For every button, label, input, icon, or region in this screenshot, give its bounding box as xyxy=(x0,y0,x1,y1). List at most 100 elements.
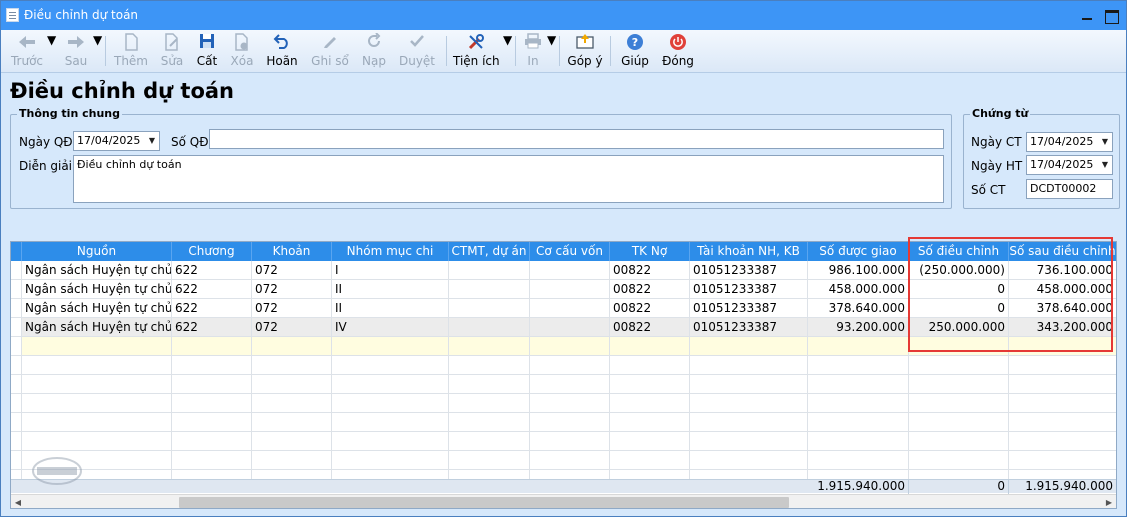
delete-button[interactable]: Xóa xyxy=(227,33,257,71)
table-cell[interactable] xyxy=(252,432,332,451)
next-button[interactable]: Sau xyxy=(59,33,93,71)
table-cell[interactable] xyxy=(610,432,690,451)
row-selector[interactable] xyxy=(11,318,22,337)
approve-button[interactable]: Duyệt xyxy=(397,33,437,71)
column-header[interactable]: Chương xyxy=(172,242,252,261)
print-button[interactable]: In xyxy=(521,33,545,71)
maximize-button[interactable] xyxy=(1101,5,1121,25)
next-dropdown-icon[interactable]: ▼ xyxy=(93,33,102,71)
table-cell[interactable]: 00822 xyxy=(610,280,690,299)
table-cell[interactable] xyxy=(530,356,610,375)
table-cell[interactable] xyxy=(690,413,808,432)
table-cell[interactable] xyxy=(449,337,530,356)
row-selector[interactable] xyxy=(11,451,22,470)
column-header[interactable]: Nguồn xyxy=(22,242,172,261)
row-selector[interactable] xyxy=(11,375,22,394)
table-cell[interactable]: II xyxy=(332,299,449,318)
table-cell[interactable]: Ngân sách Huyện tự chủ xyxy=(22,299,172,318)
table-cell[interactable] xyxy=(530,337,610,356)
table-cell[interactable] xyxy=(1009,337,1116,356)
table-cell[interactable]: 622 xyxy=(172,261,252,280)
table-cell[interactable] xyxy=(1009,432,1116,451)
table-cell[interactable]: IV xyxy=(332,318,449,337)
table-cell[interactable] xyxy=(808,413,909,432)
table-row[interactable] xyxy=(11,451,1116,470)
table-row[interactable] xyxy=(11,337,1116,356)
table-cell[interactable] xyxy=(22,394,172,413)
post-button[interactable]: Ghi sổ xyxy=(310,33,350,71)
table-cell[interactable]: 250.000.000 xyxy=(909,318,1009,337)
table-cell[interactable] xyxy=(252,356,332,375)
utilities-button[interactable]: Tiện ích xyxy=(453,33,500,71)
table-cell[interactable] xyxy=(530,413,610,432)
column-header[interactable]: Số sau điều chỉnh xyxy=(1009,242,1116,261)
table-cell[interactable]: 00822 xyxy=(610,318,690,337)
row-selector[interactable] xyxy=(11,394,22,413)
table-row[interactable] xyxy=(11,356,1116,375)
table-cell[interactable]: 378.640.000 xyxy=(1009,299,1116,318)
table-cell[interactable] xyxy=(610,413,690,432)
table-cell[interactable]: 378.640.000 xyxy=(808,299,909,318)
table-cell[interactable] xyxy=(909,356,1009,375)
table-cell[interactable] xyxy=(1009,413,1116,432)
table-cell[interactable] xyxy=(22,432,172,451)
row-selector[interactable] xyxy=(11,299,22,318)
table-row[interactable] xyxy=(11,432,1116,451)
table-cell[interactable] xyxy=(252,375,332,394)
table-cell[interactable] xyxy=(252,451,332,470)
row-selector[interactable] xyxy=(11,413,22,432)
table-cell[interactable] xyxy=(1009,375,1116,394)
table-cell[interactable] xyxy=(332,375,449,394)
table-cell[interactable] xyxy=(332,356,449,375)
table-cell[interactable] xyxy=(530,432,610,451)
table-cell[interactable] xyxy=(808,394,909,413)
table-cell[interactable]: (250.000.000) xyxy=(909,261,1009,280)
table-cell[interactable] xyxy=(530,451,610,470)
table-cell[interactable] xyxy=(690,375,808,394)
voucher-no-input[interactable]: DCDT00002 xyxy=(1026,179,1113,199)
table-cell[interactable]: 01051233387 xyxy=(690,299,808,318)
table-cell[interactable]: 072 xyxy=(252,299,332,318)
column-header[interactable]: TK Nợ xyxy=(610,242,690,261)
table-cell[interactable] xyxy=(449,356,530,375)
table-cell[interactable] xyxy=(808,337,909,356)
table-cell[interactable]: 00822 xyxy=(610,261,690,280)
table-cell[interactable]: 986.100.000 xyxy=(808,261,909,280)
table-cell[interactable] xyxy=(690,337,808,356)
edit-button[interactable]: Sửa xyxy=(157,33,187,71)
table-row[interactable]: Ngân sách Huyện tự chủ 622 072 II 00822 01051… xyxy=(11,280,1116,299)
table-cell[interactable]: Ngân sách Huyện tự chủ xyxy=(22,280,172,299)
scrollbar-thumb[interactable] xyxy=(179,497,789,508)
table-row[interactable] xyxy=(11,413,1116,432)
table-cell[interactable]: 072 xyxy=(252,280,332,299)
row-selector[interactable] xyxy=(11,432,22,451)
table-cell[interactable] xyxy=(808,451,909,470)
table-cell[interactable]: 622 xyxy=(172,299,252,318)
table-row[interactable] xyxy=(11,375,1116,394)
undo-button[interactable]: Hoãn xyxy=(265,33,299,71)
table-cell[interactable] xyxy=(449,299,530,318)
table-cell[interactable] xyxy=(449,261,530,280)
table-cell[interactable] xyxy=(449,318,530,337)
add-button[interactable]: Thêm xyxy=(113,33,149,71)
table-cell[interactable] xyxy=(332,413,449,432)
table-cell[interactable]: 01051233387 xyxy=(690,280,808,299)
scroll-right-icon[interactable]: ▶ xyxy=(1103,497,1115,508)
table-cell[interactable] xyxy=(530,299,610,318)
column-header[interactable]: Tài khoản NH, KB xyxy=(690,242,808,261)
table-row[interactable]: Ngân sách Huyện tự chủ 622 072 II 00822 01051… xyxy=(11,299,1116,318)
table-cell[interactable] xyxy=(909,451,1009,470)
reload-button[interactable]: Nạp xyxy=(359,32,389,71)
decision-date-picker[interactable]: 17/04/2025 xyxy=(73,131,160,151)
table-cell[interactable] xyxy=(909,413,1009,432)
row-selector[interactable] xyxy=(11,261,22,280)
table-cell[interactable]: 00822 xyxy=(610,299,690,318)
table-cell[interactable] xyxy=(172,413,252,432)
column-header[interactable]: Khoản xyxy=(252,242,332,261)
table-cell[interactable] xyxy=(252,413,332,432)
table-cell[interactable] xyxy=(22,375,172,394)
table-cell[interactable] xyxy=(909,432,1009,451)
decision-no-input[interactable] xyxy=(209,129,944,149)
table-cell[interactable] xyxy=(1009,394,1116,413)
table-cell[interactable] xyxy=(332,432,449,451)
